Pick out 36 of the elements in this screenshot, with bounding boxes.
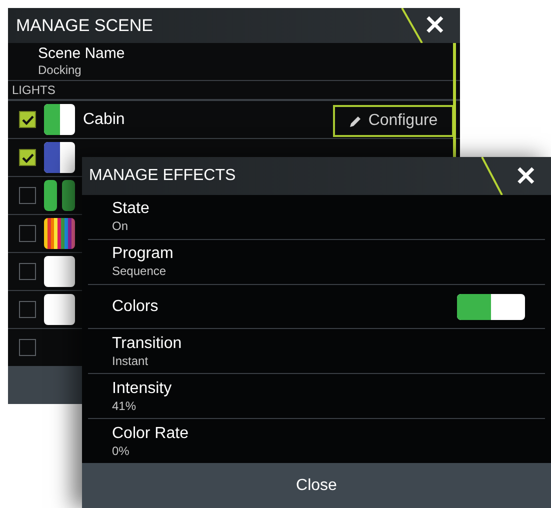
checkbox[interactable] [19,187,36,204]
setting-label: Intensity [112,378,173,399]
window-title: MANAGE EFFECTS [89,166,236,186]
setting-label: Program [112,244,174,264]
light-name: Cabin [83,110,125,130]
scene-name-label: Scene Name [38,45,126,63]
color-swatch-icon [44,180,75,211]
setting-label: Colors [112,296,160,317]
checkbox[interactable] [19,339,36,356]
divider-icon [400,8,424,43]
checkbox[interactable] [19,149,36,166]
checkbox[interactable] [19,301,36,318]
toggle-switch[interactable] [457,294,525,320]
divider-icon [480,157,504,195]
setting-label: State [112,199,150,220]
setting-value: 41% [112,398,138,414]
setting-value: Sequence [112,264,168,280]
configure-button[interactable]: Configure [333,105,454,137]
checkbox[interactable] [19,225,36,242]
close-button[interactable]: Close [82,463,551,508]
checkbox[interactable] [19,263,36,280]
setting-value: Instant [112,354,150,369]
rainbow-swatch-icon [44,218,75,249]
setting-label: Color Rate [112,424,190,444]
window-title: MANAGE SCENE [16,14,153,37]
setting-label: Transition [112,334,183,354]
section-header: LIGHTS [12,82,56,99]
setting-value: 0% [112,444,130,459]
checkbox[interactable] [19,111,36,128]
pencil-icon [349,114,362,128]
close-button[interactable]: ✕ [424,10,446,40]
color-swatch-icon [44,142,75,173]
close-button[interactable]: ✕ [515,161,537,191]
scene-name-value: Docking [38,63,82,78]
color-swatch-icon [44,104,75,135]
setting-value: On [112,219,130,234]
